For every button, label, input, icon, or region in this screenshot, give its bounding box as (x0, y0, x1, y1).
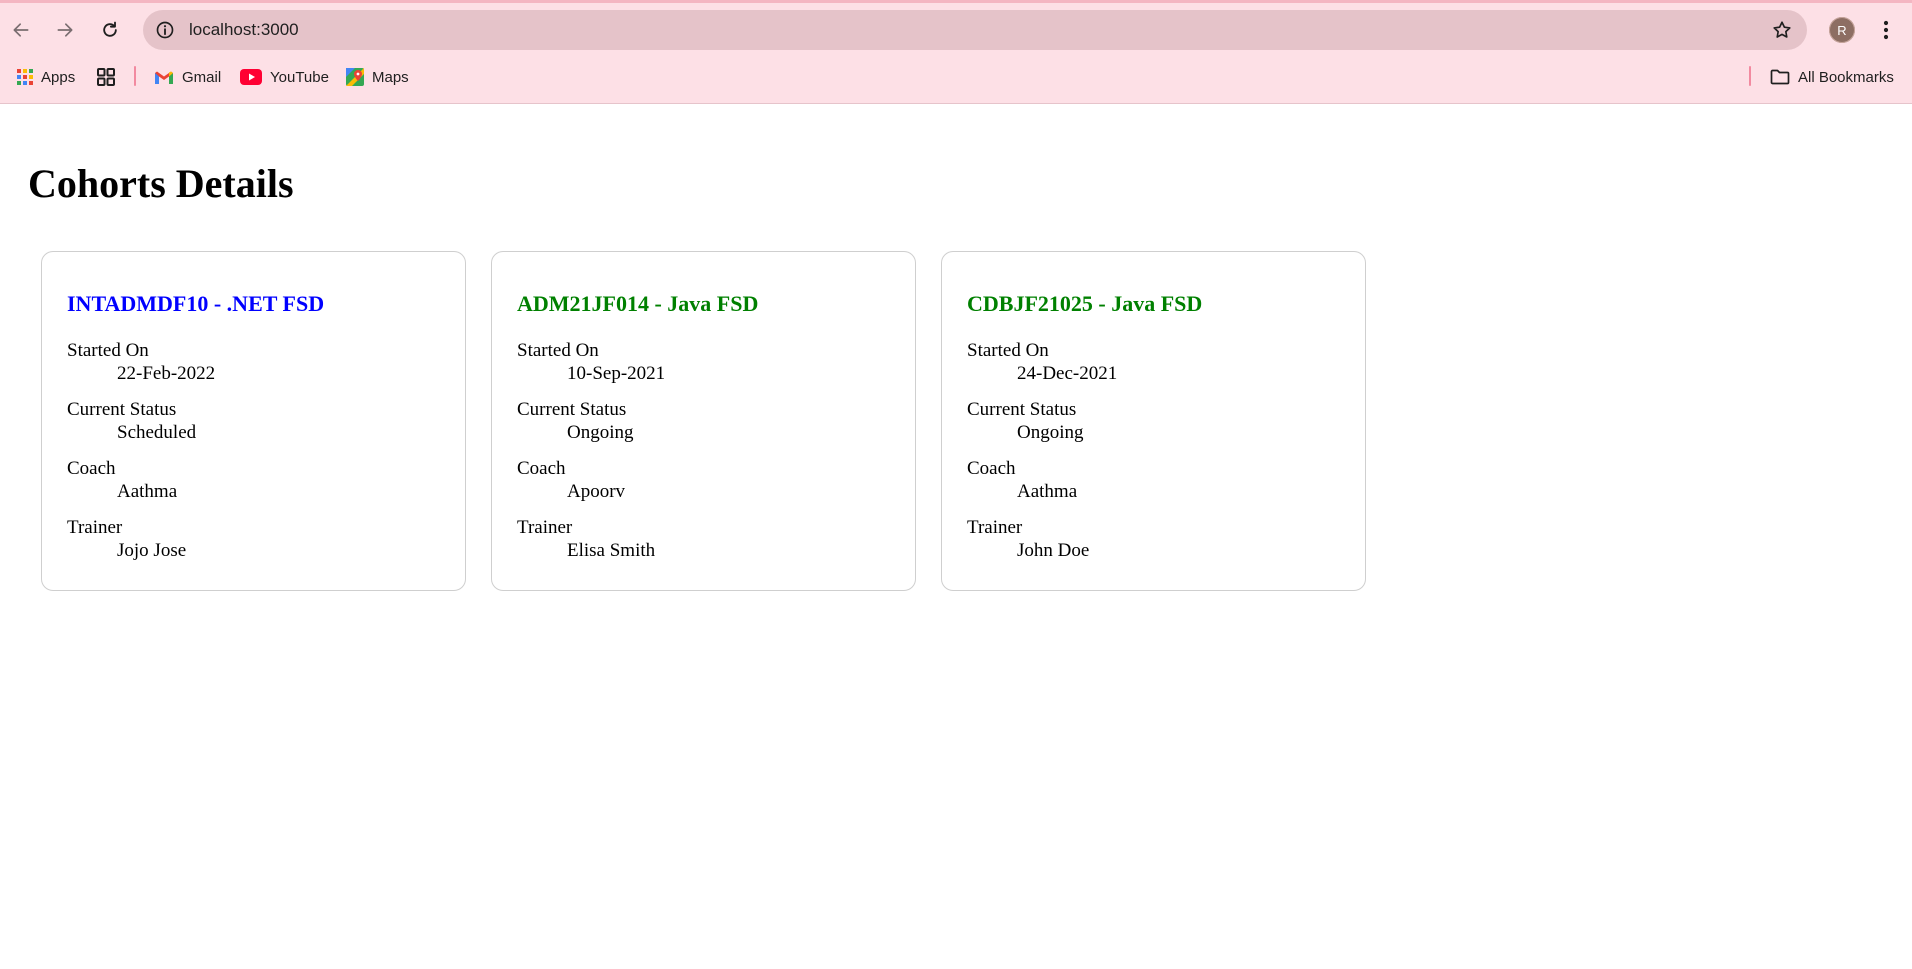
site-info-icon[interactable] (151, 16, 179, 44)
coach-label: Coach (517, 458, 566, 479)
address-bar-url[interactable]: localhost:3000 (189, 10, 299, 50)
cohort-details: Started On 22-Feb-2022 Current Status Sc… (67, 339, 440, 562)
browser-chrome: localhost:3000 R Apps Gmail YouTube Maps… (0, 0, 1912, 104)
trainer-label: Trainer (967, 517, 1023, 538)
bookmark-tab-groups[interactable] (97, 62, 115, 92)
trainer-value: John Doe (1017, 540, 1090, 561)
all-bookmarks-button[interactable]: All Bookmarks (1770, 62, 1894, 92)
started-on-label: Started On (67, 340, 149, 361)
coach-value: Apoorv (567, 481, 626, 502)
coach-label: Coach (67, 458, 116, 479)
cohort-card: ADM21JF014 - Java FSD Started On 10-Sep-… (491, 251, 916, 591)
cohort-details: Started On 10-Sep-2021 Current Status On… (517, 339, 890, 562)
coach-value: Aathma (117, 481, 178, 502)
coach-label: Coach (967, 458, 1016, 479)
cohort-details: Started On 24-Dec-2021 Current Status On… (967, 339, 1340, 562)
started-on-label: Started On (967, 340, 1049, 361)
bookmark-apps-label: Apps (41, 68, 76, 86)
started-on-value: 10-Sep-2021 (567, 363, 666, 384)
cohort-card: INTADMDF10 - .NET FSD Started On 22-Feb-… (41, 251, 466, 591)
trainer-label: Trainer (67, 517, 123, 538)
cohort-card: CDBJF21025 - Java FSD Started On 24-Dec-… (941, 251, 1366, 591)
started-on-label: Started On (517, 340, 599, 361)
bookmark-apps[interactable]: Apps (17, 62, 75, 92)
bookmark-youtube-label: YouTube (270, 68, 329, 86)
status-label: Current Status (517, 399, 627, 420)
status-value: Scheduled (117, 422, 197, 443)
arrow-right-icon (57, 23, 73, 37)
folder-icon (1770, 69, 1790, 85)
trainer-value: Jojo Jose (117, 540, 187, 561)
reload-button[interactable] (94, 14, 126, 46)
tab-groups-icon (97, 68, 115, 86)
back-button[interactable] (5, 14, 37, 46)
trainer-label: Trainer (517, 517, 573, 538)
profile-avatar[interactable]: R (1829, 17, 1855, 43)
arrow-left-icon (13, 23, 29, 37)
forward-button[interactable] (49, 14, 81, 46)
cohort-title: CDBJF21025 - Java FSD (967, 291, 1203, 316)
address-bar[interactable]: localhost:3000 (143, 10, 1807, 50)
reload-icon (103, 21, 117, 37)
status-label: Current Status (67, 399, 177, 420)
cohort-cards: INTADMDF10 - .NET FSD Started On 22-Feb-… (41, 251, 1366, 591)
tab-strip (0, 0, 1912, 3)
started-on-value: 22-Feb-2022 (117, 363, 216, 384)
status-value: Ongoing (1017, 422, 1084, 443)
status-label: Current Status (967, 399, 1077, 420)
browser-toolbar: localhost:3000 R (0, 8, 1912, 52)
coach-value: Aathma (1017, 481, 1078, 502)
bookmarks-divider-right (1749, 66, 1751, 86)
bookmark-youtube[interactable]: YouTube (240, 62, 329, 92)
cohort-title: INTADMDF10 - .NET FSD (67, 291, 325, 316)
bookmark-star-icon[interactable] (1771, 19, 1793, 41)
page-title: Cohorts Details (28, 161, 294, 206)
status-value: Ongoing (567, 422, 634, 443)
bookmarks-divider (134, 66, 136, 86)
kebab-menu-icon (1883, 20, 1889, 40)
bookmark-maps-label: Maps (372, 68, 409, 86)
youtube-icon (240, 69, 262, 85)
browser-menu-button[interactable] (1875, 14, 1897, 46)
cohort-title: ADM21JF014 - Java FSD (517, 291, 759, 316)
gmail-icon (155, 71, 173, 84)
maps-pin-icon (346, 68, 364, 86)
all-bookmarks-label: All Bookmarks (1798, 68, 1894, 86)
started-on-value: 24-Dec-2021 (1017, 363, 1118, 384)
bookmark-gmail[interactable]: Gmail (154, 62, 221, 92)
bookmark-maps[interactable]: Maps (346, 62, 409, 92)
trainer-value: Elisa Smith (567, 540, 656, 561)
bookmark-gmail-label: Gmail (182, 68, 222, 86)
apps-grid-icon (17, 69, 33, 85)
bookmarks-bar: Apps Gmail YouTube Maps All Bookmarks (0, 62, 1912, 92)
